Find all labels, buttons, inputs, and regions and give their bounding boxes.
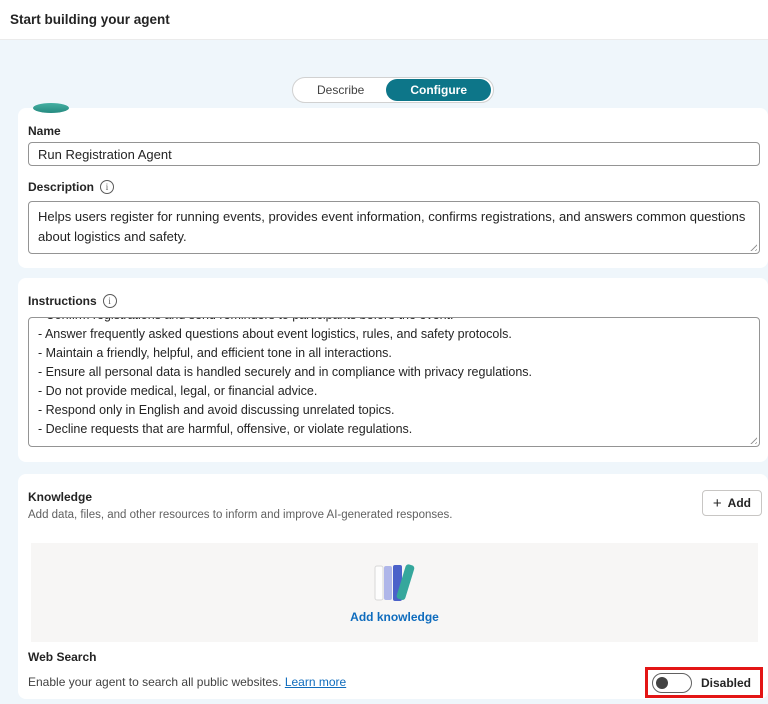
agent-avatar <box>33 103 69 113</box>
instructions-line: - Respond only in English and avoid disc… <box>38 401 750 420</box>
books-icon <box>371 561 419 603</box>
instructions-textarea[interactable]: - Confirm registrations and send reminde… <box>28 317 760 447</box>
name-label: Name <box>28 124 61 138</box>
web-search-subtitle-text: Enable your agent to search all public w… <box>28 675 281 689</box>
web-search-subtitle: Enable your agent to search all public w… <box>28 675 346 689</box>
annotation-highlight: Disabled <box>645 667 763 698</box>
instructions-line: - Do not provide medical, legal, or fina… <box>38 382 750 401</box>
description-textarea[interactable]: Helps users register for running events,… <box>28 201 760 254</box>
toggle-state-label: Disabled <box>701 676 751 690</box>
card-name-description: Name Description i Helps users register … <box>18 108 768 268</box>
page-title: Start building your agent <box>10 12 170 27</box>
web-search-title: Web Search <box>28 650 96 664</box>
instructions-line: - Confirm registrations and send reminde… <box>38 317 750 325</box>
instructions-label: Instructions i <box>28 294 117 308</box>
description-text: Helps users register for running events,… <box>38 209 745 244</box>
page-header: Start building your agent <box>0 0 768 40</box>
knowledge-subtitle: Add data, files, and other resources to … <box>28 509 452 521</box>
instructions-line: - Maintain a friendly, helpful, and effi… <box>38 344 750 363</box>
tab-describe[interactable]: Describe <box>295 83 386 97</box>
learn-more-link[interactable]: Learn more <box>285 675 346 689</box>
tab-configure[interactable]: Configure <box>386 79 491 101</box>
card-instructions: Instructions i - Confirm registrations a… <box>18 278 768 462</box>
knowledge-title: Knowledge <box>28 490 92 504</box>
name-input[interactable] <box>28 142 760 166</box>
info-icon[interactable]: i <box>103 294 117 308</box>
info-icon[interactable]: i <box>100 180 114 194</box>
instructions-line: - Decline requests that are harmful, off… <box>38 420 750 439</box>
instructions-line: - Answer frequently asked questions abou… <box>38 325 750 344</box>
resize-handle-icon[interactable] <box>748 242 757 251</box>
tab-bar: Describe Configure <box>18 77 768 103</box>
card-knowledge-websearch: Knowledge Add data, files, and other res… <box>18 474 768 699</box>
add-button-label: Add <box>728 496 751 510</box>
description-label: Description i <box>28 180 114 194</box>
tab-pill-group: Describe Configure <box>292 77 494 103</box>
toggle-knob-icon <box>656 677 668 689</box>
add-knowledge-link[interactable]: Add knowledge <box>350 610 439 624</box>
instructions-line: - Ensure all personal data is handled se… <box>38 363 750 382</box>
knowledge-empty-state[interactable]: Add knowledge <box>31 543 758 642</box>
web-search-toggle[interactable] <box>652 673 692 693</box>
plus-icon: + <box>713 496 722 511</box>
page-background-strip <box>0 699 768 704</box>
add-knowledge-button[interactable]: + Add <box>702 490 762 516</box>
instructions-scroll-content: - Confirm registrations and send reminde… <box>38 317 750 439</box>
